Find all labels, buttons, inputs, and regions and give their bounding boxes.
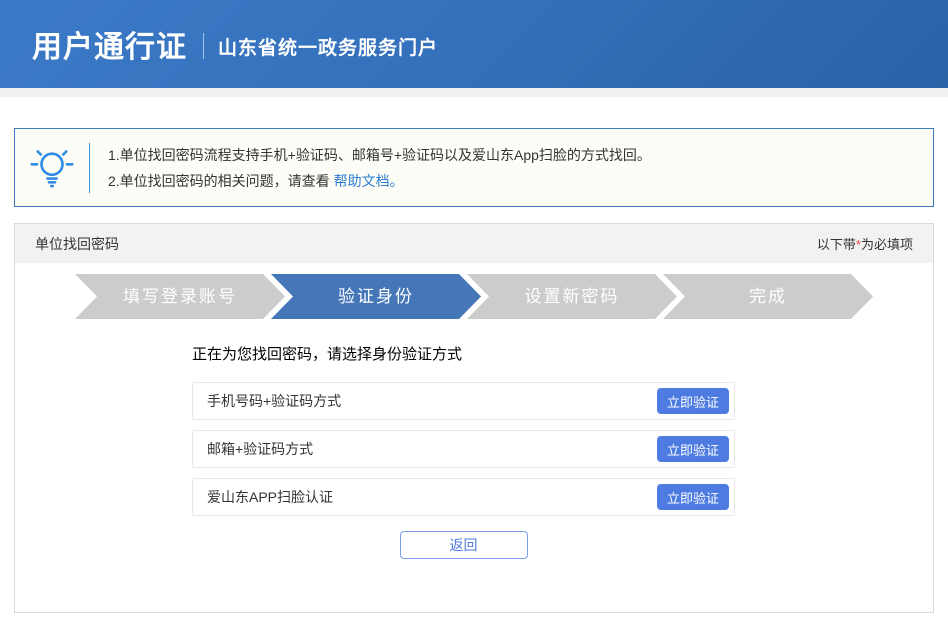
prompt-text: 正在为您找回密码，请选择身份验证方式 <box>192 343 735 364</box>
header-strip <box>0 88 948 97</box>
site-subtitle: 山东省统一政务服务门户 <box>218 33 438 60</box>
notice-box: 1.单位找回密码流程支持手机+验证码、邮箱号+验证码以及爱山东App扫脸的方式找… <box>14 128 934 207</box>
step-progress-bar: 填写登录账号 验证身份 设置新密码 完成 <box>15 263 933 319</box>
back-button[interactable]: 返回 <box>400 531 528 559</box>
site-header: 用户通行证 山东省统一政务服务门户 <box>0 0 948 88</box>
panel-title-bar: 单位找回密码 以下带*为必填项 <box>15 224 933 263</box>
verify-now-button-face[interactable]: 立即验证 <box>657 484 729 510</box>
method-label: 邮箱+验证码方式 <box>207 439 313 459</box>
method-row-face-scan: 爱山东APP扫脸认证 立即验证 <box>192 478 735 516</box>
step-complete: 完成 <box>663 274 873 319</box>
site-title: 用户通行证 <box>32 22 187 66</box>
notice-line-1: 1.单位找回密码流程支持手机+验证码、邮箱号+验证码以及爱山东App扫脸的方式找… <box>108 142 651 168</box>
password-recovery-panel: 单位找回密码 以下带*为必填项 填写登录账号 验证身份 设置新密码 完成 正在为… <box>14 223 934 613</box>
help-doc-link[interactable]: 帮助文档 <box>334 173 390 189</box>
title-divider <box>203 33 204 59</box>
verification-content: 正在为您找回密码，请选择身份验证方式 手机号码+验证码方式 立即验证 邮箱+验证… <box>192 343 735 559</box>
method-row-phone: 手机号码+验证码方式 立即验证 <box>192 382 735 420</box>
required-note: 以下带*为必填项 <box>817 234 913 253</box>
notice-text: 1.单位找回密码流程支持手机+验证码、邮箱号+验证码以及爱山东App扫脸的方式找… <box>90 142 651 194</box>
step-fill-account: 填写登录账号 <box>75 274 285 319</box>
step-verify-identity: 验证身份 <box>271 274 481 319</box>
method-label: 爱山东APP扫脸认证 <box>207 487 333 507</box>
method-row-email: 邮箱+验证码方式 立即验证 <box>192 430 735 468</box>
verify-now-button-phone[interactable]: 立即验证 <box>657 388 729 414</box>
notice-line-2: 2.单位找回密码的相关问题，请查看 帮助文档。 <box>108 168 651 194</box>
step-set-new-password: 设置新密码 <box>467 274 677 319</box>
method-label: 手机号码+验证码方式 <box>207 391 341 411</box>
back-row: 返回 <box>192 531 735 559</box>
panel-title: 单位找回密码 <box>35 234 119 254</box>
verify-now-button-email[interactable]: 立即验证 <box>657 436 729 462</box>
lightbulb-icon <box>15 144 89 192</box>
